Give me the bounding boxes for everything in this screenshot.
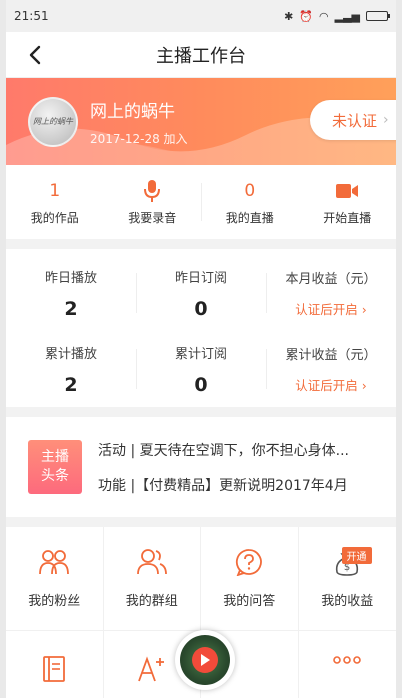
status-time: 21:51 (14, 9, 49, 23)
quick-record-audio[interactable]: 我要录音 (104, 165, 202, 239)
profile-name: 网上的蜗牛 (90, 101, 175, 122)
grid-label: 我的收益 (321, 594, 374, 609)
wifi-icon: ◠ (319, 9, 329, 23)
quick-label: 开始直播 (323, 210, 372, 225)
quick-label: 我要录音 (128, 210, 177, 225)
stat-yesterday-subs: 昨日订阅 0 (136, 255, 266, 331)
nav-bar: 主播工作台 (6, 32, 396, 78)
stat-month-earnings: 本月收益（元） 认证后开启 › (266, 255, 396, 331)
stat-total-earnings: 累计收益（元） 认证后开启 › (266, 331, 396, 407)
logo-line: 主播 (41, 449, 69, 465)
divider (6, 517, 396, 527)
stat-label: 本月收益（元） (285, 272, 377, 287)
divider (6, 239, 396, 249)
avatar-text: 网上的蜗牛 (33, 117, 73, 126)
stat-label: 累计收益（元） (285, 348, 377, 363)
headlines-logo: 主播 头条 (28, 440, 82, 494)
screen: 21:51 ✱ ⏰ ◠ ▂▃▅ 主播工作台 网上的蜗牛 网上的蜗牛 2017-1… (6, 0, 396, 698)
bluetooth-icon: ✱ (284, 9, 294, 23)
status-icons: ✱ ⏰ ◠ ▂▃▅ (284, 9, 390, 23)
grid-more[interactable] (299, 631, 397, 698)
grid-label: 我的问答 (223, 594, 276, 609)
enable-after-verify-link[interactable]: 认证后开启 › (295, 299, 367, 318)
link-text: 认证后开启 (295, 302, 358, 317)
notebook-icon (43, 656, 66, 682)
group-icon (136, 549, 167, 575)
chevron-right-icon: › (361, 302, 367, 317)
status-bar: 21:51 ✱ ⏰ ◠ ▂▃▅ (6, 0, 396, 32)
profile-info: 网上的蜗牛 2017-12-28 加入 (90, 97, 188, 147)
grid-my-groups[interactable]: 我的群组 (103, 527, 201, 631)
alarm-icon: ⏰ (299, 9, 313, 23)
anchor-headlines: 主播 头条 活动 | 夏天待在空调下，你不担心身体... 功能 |【付费精品】更… (6, 417, 396, 517)
stat-yesterday-plays: 昨日播放 2 (6, 255, 136, 331)
stat-value: 2 (64, 297, 78, 320)
avatar[interactable]: 网上的蜗牛 (28, 96, 78, 147)
more-icon (333, 656, 362, 664)
quick-start-live[interactable]: 开始直播 (299, 165, 397, 239)
grid-my-earnings[interactable]: 开通 $ 我的收益 (298, 527, 396, 631)
stats-panel: 昨日播放 2 昨日订阅 0 本月收益（元） 认证后开启 › 累计播放 2 累计订 (6, 249, 396, 407)
stat-value: 0 (194, 297, 208, 320)
logo-line: 头条 (41, 468, 69, 484)
back-button[interactable] (20, 40, 50, 70)
stat-label: 累计播放 (44, 346, 97, 362)
quick-my-works[interactable]: 1 我的作品 (6, 165, 104, 239)
stats-row-total: 累计播放 2 累计订阅 0 累计收益（元） 认证后开启 › (6, 331, 396, 407)
divider (6, 407, 396, 417)
stat-label: 昨日播放 (44, 270, 97, 286)
verify-status-button[interactable]: 未认证 › (310, 100, 396, 140)
activate-badge: 开通 (341, 547, 372, 564)
link-text: 认证后开启 (295, 378, 358, 393)
stat-label: 累计订阅 (174, 346, 227, 362)
stats-row-yesterday: 昨日播放 2 昨日订阅 0 本月收益（元） 认证后开启 › (6, 255, 396, 331)
stat-value: 2 (64, 373, 78, 396)
signal-icon: ▂▃▅ (334, 9, 360, 23)
headline-list: 活动 | 夏天待在空调下，你不担心身体... 功能 |【付费精品】更新说明201… (98, 440, 349, 495)
microphone-icon (144, 179, 161, 203)
verify-label: 未认证 (332, 111, 378, 130)
floating-player-button[interactable] (175, 630, 235, 690)
headline-item[interactable]: 功能 |【付费精品】更新说明2017年4月 (98, 475, 349, 495)
grid-notebook[interactable] (6, 631, 104, 698)
video-camera-icon (335, 179, 359, 203)
grid-my-qa[interactable]: 我的问答 (201, 527, 299, 631)
grid-my-fans[interactable]: 我的粉丝 (6, 527, 104, 631)
quick-label: 我的直播 (225, 210, 274, 225)
quick-actions: 1 我的作品 我要录音 0 我的直播 开始直播 (6, 165, 396, 239)
profile-banner: 网上的蜗牛 网上的蜗牛 2017-12-28 加入 未认证 › (6, 78, 396, 165)
quick-my-live[interactable]: 0 我的直播 (201, 165, 299, 239)
enable-after-verify-link[interactable]: 认证后开启 › (295, 375, 367, 394)
join-date: 2017-12-28 加入 (90, 131, 188, 146)
grid-label: 我的群组 (125, 594, 178, 609)
live-count: 0 (244, 180, 256, 201)
headline-item[interactable]: 活动 | 夏天待在空调下，你不担心身体... (98, 440, 349, 460)
stat-total-subs: 累计订阅 0 (136, 331, 266, 407)
back-arrow-icon (29, 45, 41, 65)
question-icon (236, 549, 263, 576)
font-plus-icon (137, 656, 164, 682)
stat-value: 0 (194, 373, 208, 396)
works-count: 1 (49, 180, 61, 201)
chevron-right-icon: › (383, 112, 389, 128)
quick-label: 我的作品 (30, 210, 79, 225)
chevron-right-icon: › (361, 378, 367, 393)
play-icon (192, 647, 218, 673)
page-title: 主播工作台 (156, 45, 246, 67)
stat-total-plays: 累计播放 2 (6, 331, 136, 407)
battery-icon (366, 11, 390, 21)
stat-label: 昨日订阅 (174, 270, 227, 286)
fans-icon (39, 550, 70, 575)
player-disc (180, 635, 230, 685)
grid-label: 我的粉丝 (28, 594, 81, 609)
